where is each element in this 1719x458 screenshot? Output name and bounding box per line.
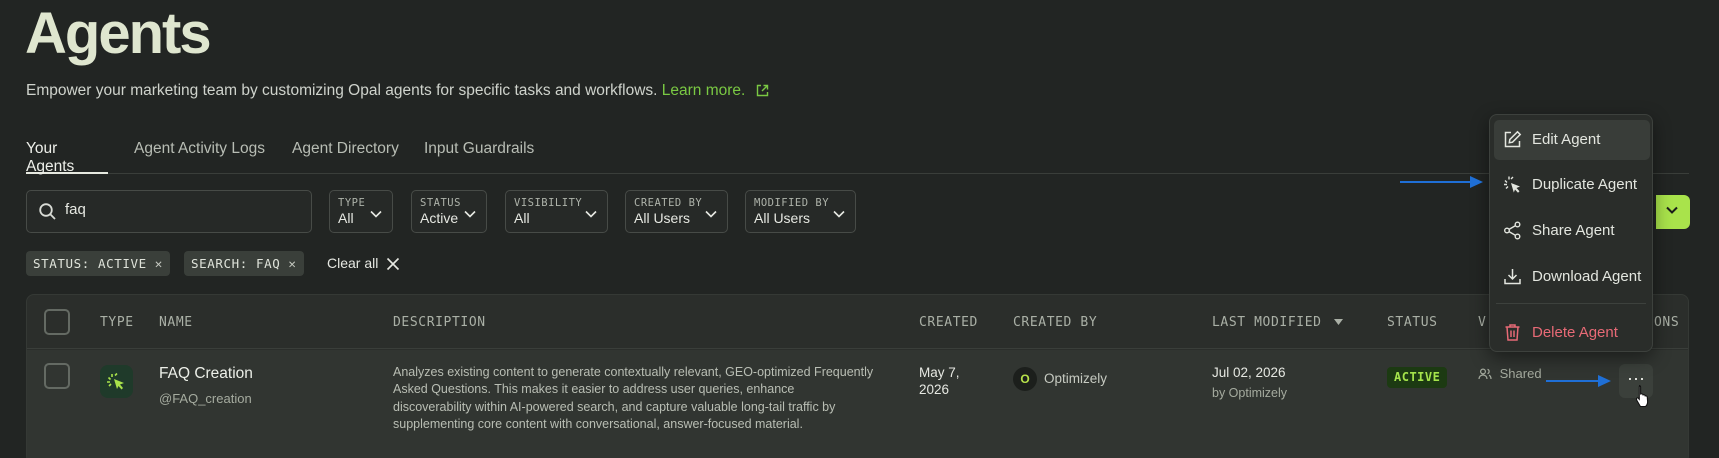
row-checkbox[interactable] bbox=[44, 363, 70, 389]
page-title: Agents bbox=[25, 1, 212, 66]
status-badge: ACTIVE bbox=[1387, 367, 1448, 388]
chevron-down-icon bbox=[1666, 206, 1678, 214]
tab-agent-directory[interactable]: Agent Directory bbox=[292, 140, 399, 174]
learn-more-link[interactable]: Learn more. bbox=[662, 82, 746, 99]
sparkle-cursor-icon bbox=[100, 365, 133, 398]
chevron-down-icon bbox=[370, 205, 382, 223]
chip-label: STATUS: ACTIVE bbox=[33, 256, 147, 271]
column-header-options: ONS bbox=[1654, 315, 1680, 330]
pointer-cursor-icon bbox=[1635, 384, 1649, 408]
tab-your-agents[interactable]: Your Agents bbox=[26, 140, 108, 175]
column-header-label: LAST MODIFIED bbox=[1212, 315, 1322, 330]
menu-divider bbox=[1496, 303, 1646, 304]
edit-icon bbox=[1503, 130, 1522, 153]
menu-item-edit-agent[interactable]: Edit Agent bbox=[1494, 120, 1650, 160]
users-icon bbox=[1478, 368, 1492, 380]
clear-all-label: Clear all bbox=[327, 255, 379, 271]
active-filter-chip[interactable]: STATUS: ACTIVE ✕ bbox=[26, 251, 170, 276]
close-icon[interactable]: ✕ bbox=[155, 256, 163, 271]
annotation-arrow-icon bbox=[1546, 375, 1611, 387]
menu-item-duplicate-agent[interactable]: Duplicate Agent bbox=[1494, 165, 1650, 205]
download-icon bbox=[1503, 267, 1522, 290]
column-header-type[interactable]: TYPE bbox=[100, 315, 134, 330]
search-input[interactable] bbox=[65, 201, 295, 218]
column-header-name[interactable]: NAME bbox=[159, 315, 193, 330]
sparkle-cursor-icon bbox=[1503, 175, 1522, 198]
subtitle-text: Empower your marketing team by customizi… bbox=[26, 82, 658, 99]
column-header-created[interactable]: CREATED bbox=[919, 315, 978, 330]
chevron-down-icon bbox=[833, 205, 845, 223]
menu-item-label: Download Agent bbox=[1532, 268, 1642, 285]
menu-item-label: Edit Agent bbox=[1532, 131, 1601, 148]
visibility-value: Shared bbox=[1478, 366, 1542, 381]
chevron-down-icon bbox=[705, 205, 717, 223]
select-all-checkbox[interactable] bbox=[44, 309, 70, 335]
tab-bar: Your Agents Agent Activity Logs Agent Di… bbox=[26, 140, 1689, 175]
visibility-label: Shared bbox=[1499, 366, 1542, 381]
menu-item-label: Delete Agent bbox=[1532, 324, 1618, 341]
search-icon bbox=[38, 202, 57, 226]
avatar: O bbox=[1013, 367, 1037, 391]
agent-actions-menu: Edit Agent Duplicate Agent Share Agent D… bbox=[1489, 114, 1653, 352]
filter-status[interactable]: STATUS Active bbox=[411, 190, 487, 233]
agent-name[interactable]: FAQ Creation bbox=[159, 365, 253, 383]
filter-type[interactable]: TYPE All bbox=[329, 190, 393, 233]
search-box bbox=[26, 190, 312, 233]
table-header: TYPE NAME DESCRIPTION CREATED CREATED BY… bbox=[27, 295, 1688, 349]
menu-item-download-agent[interactable]: Download Agent bbox=[1494, 257, 1650, 297]
agent-handle: @FAQ_creation bbox=[159, 391, 252, 406]
share-icon bbox=[1503, 221, 1522, 244]
menu-item-label: Share Agent bbox=[1532, 222, 1615, 239]
trash-icon bbox=[1503, 323, 1522, 346]
sort-desc-icon bbox=[1330, 315, 1343, 330]
chip-label: SEARCH: FAQ bbox=[191, 256, 281, 271]
tab-input-guardrails[interactable]: Input Guardrails bbox=[424, 140, 534, 174]
agent-description: Analyzes existing content to generate co… bbox=[393, 365, 874, 432]
close-icon[interactable]: ✕ bbox=[288, 256, 296, 271]
chevron-down-icon bbox=[585, 205, 597, 223]
menu-item-delete-agent[interactable]: Delete Agent bbox=[1494, 313, 1650, 353]
clear-all-button[interactable]: Clear all bbox=[327, 255, 400, 274]
column-header-description: DESCRIPTION bbox=[393, 315, 486, 330]
filter-created-by[interactable]: CREATED BY All Users bbox=[625, 190, 728, 233]
annotation-arrow-icon bbox=[1400, 176, 1483, 188]
created-date: May 7, 2026 bbox=[919, 365, 960, 397]
last-modified-by: by Optimizely bbox=[1212, 386, 1288, 400]
agents-table: TYPE NAME DESCRIPTION CREATED CREATED BY… bbox=[26, 294, 1689, 458]
page-subtitle: Empower your marketing team by customizi… bbox=[26, 82, 769, 102]
active-filter-chip[interactable]: SEARCH: FAQ ✕ bbox=[184, 251, 304, 276]
column-header-created-by[interactable]: CREATED BY bbox=[1013, 315, 1097, 330]
create-agent-dropdown-button[interactable] bbox=[1656, 195, 1690, 229]
chevron-down-icon bbox=[464, 205, 476, 223]
menu-item-share-agent[interactable]: Share Agent bbox=[1494, 211, 1650, 251]
column-header-status[interactable]: STATUS bbox=[1387, 315, 1438, 330]
external-link-icon[interactable] bbox=[756, 84, 769, 102]
filter-modified-by[interactable]: MODIFIED BY All Users bbox=[745, 190, 856, 233]
column-header-last-modified[interactable]: LAST MODIFIED bbox=[1212, 315, 1343, 330]
menu-item-label: Duplicate Agent bbox=[1532, 176, 1638, 193]
last-modified-date: Jul 02, 2026 bbox=[1212, 365, 1286, 380]
close-icon bbox=[386, 257, 400, 274]
created-by-name: Optimizely bbox=[1044, 371, 1108, 386]
tab-agent-activity-logs[interactable]: Agent Activity Logs bbox=[134, 140, 265, 174]
filter-visibility[interactable]: VISIBILITY All bbox=[505, 190, 608, 233]
column-header-visibility[interactable]: V bbox=[1478, 315, 1486, 330]
